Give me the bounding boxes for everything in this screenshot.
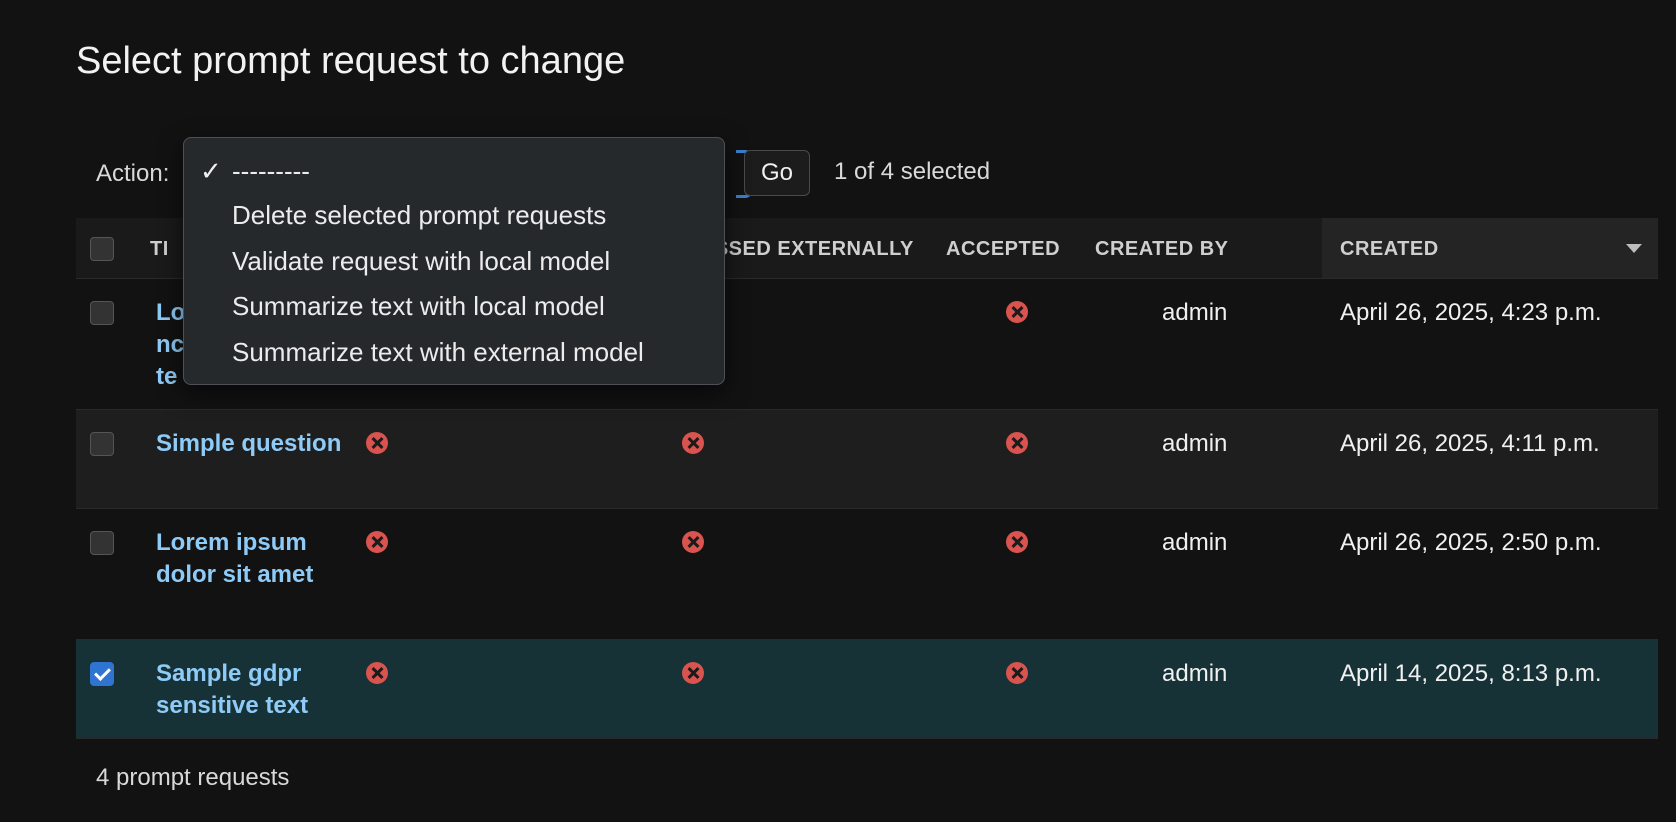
- created-by-cell: admin: [1162, 529, 1228, 556]
- checkmark-icon: ✓: [200, 156, 222, 186]
- action-option-summarize-external[interactable]: Summarize text with external model: [232, 337, 644, 368]
- action-option-summarize-local[interactable]: Summarize text with local model: [232, 291, 605, 322]
- table-row: Simple question admin April 26, 2025, 4:…: [76, 410, 1658, 509]
- x-circle-icon: [1006, 662, 1028, 684]
- table-row-selected: Sample gdpr sensitive text admin April 1…: [76, 640, 1658, 739]
- result-count: 4 prompt requests: [96, 764, 290, 791]
- action-option-validate-local[interactable]: Validate request with local model: [232, 246, 610, 277]
- row-title-link[interactable]: Simple question: [156, 428, 346, 460]
- column-header-created[interactable]: CREATED: [1340, 238, 1439, 261]
- row-title-link[interactable]: Lorem ipsum dolor sit amet: [156, 527, 346, 591]
- selection-counter: 1 of 4 selected: [834, 158, 991, 185]
- row-checkbox[interactable]: [90, 531, 114, 555]
- x-circle-icon: [1006, 531, 1028, 553]
- row-checkbox[interactable]: [90, 301, 114, 325]
- action-label: Action:: [96, 160, 170, 187]
- table-row: Lorem ipsum dolor sit amet admin April 2…: [76, 509, 1658, 640]
- action-option-blank[interactable]: ---------: [232, 156, 310, 187]
- created-by-cell: admin: [1162, 430, 1228, 457]
- x-circle-icon: [366, 432, 388, 454]
- action-option-delete[interactable]: Delete selected prompt requests: [232, 200, 606, 231]
- x-circle-icon: [1006, 301, 1028, 323]
- created-date-cell: April 14, 2025, 8:13 p.m.: [1340, 660, 1602, 687]
- column-header-created-by[interactable]: CREATED BY: [1095, 238, 1229, 261]
- action-dropdown-menu: ✓ --------- Delete selected prompt reque…: [183, 137, 725, 385]
- go-button[interactable]: Go: [744, 150, 810, 196]
- column-header-accepted[interactable]: ACCEPTED: [946, 238, 1060, 261]
- x-circle-icon: [366, 662, 388, 684]
- row-title-fragment: Lo: [156, 299, 186, 326]
- x-circle-icon: [1006, 432, 1028, 454]
- sort-desc-icon[interactable]: [1626, 244, 1642, 253]
- created-date-cell: April 26, 2025, 2:50 p.m.: [1340, 529, 1602, 556]
- created-date-cell: April 26, 2025, 4:23 p.m.: [1340, 299, 1602, 326]
- created-by-cell: admin: [1162, 299, 1228, 326]
- row-checkbox-checked[interactable]: [90, 662, 114, 686]
- select-all-checkbox[interactable]: [90, 237, 114, 261]
- row-checkbox[interactable]: [90, 432, 114, 456]
- row-title-fragment: te: [156, 363, 178, 390]
- x-circle-icon: [682, 432, 704, 454]
- x-circle-icon: [682, 662, 704, 684]
- created-by-cell: admin: [1162, 660, 1228, 687]
- column-header-created-cell[interactable]: CREATED: [1322, 218, 1658, 278]
- row-title-link[interactable]: Sample gdpr sensitive text: [156, 658, 346, 722]
- page-title: Select prompt request to change: [76, 40, 626, 82]
- created-date-cell: April 26, 2025, 4:11 p.m.: [1340, 430, 1600, 457]
- x-circle-icon: [366, 531, 388, 553]
- column-header-title[interactable]: TI: [150, 238, 169, 261]
- row-title-fragment: nc: [156, 331, 185, 358]
- x-circle-icon: [682, 531, 704, 553]
